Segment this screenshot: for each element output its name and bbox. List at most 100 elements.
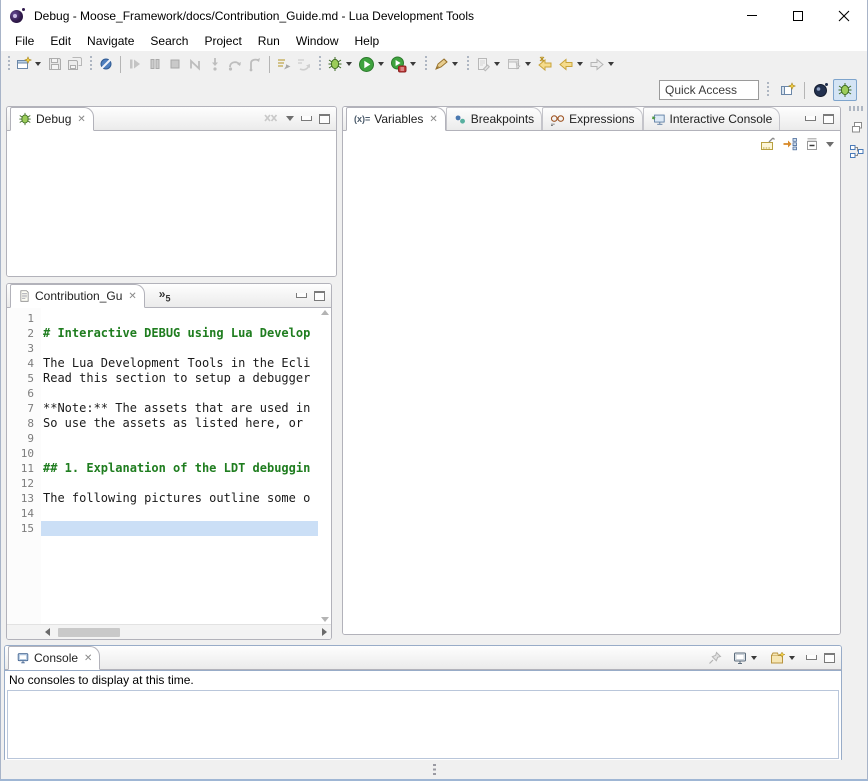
save-button[interactable] bbox=[45, 53, 65, 75]
tab-expressions[interactable]: Expressions bbox=[542, 107, 642, 130]
breakpoints-icon bbox=[454, 113, 467, 126]
scroll-left-icon[interactable] bbox=[45, 628, 50, 636]
suspend-button[interactable] bbox=[145, 53, 165, 75]
tab-breakpoints[interactable]: Breakpoints bbox=[446, 107, 542, 130]
terminate-button[interactable] bbox=[165, 53, 185, 75]
tab-variables[interactable]: (x)= Variables ✕ bbox=[346, 107, 446, 131]
view-menu-icon[interactable] bbox=[826, 142, 834, 147]
new-document-button[interactable] bbox=[473, 53, 504, 75]
editor-horizontal-scrollbar[interactable] bbox=[7, 624, 331, 639]
close-tab-icon[interactable]: ✕ bbox=[128, 291, 136, 302]
dropdown-arrow-icon bbox=[577, 62, 583, 66]
editor-content: 1 2 3 4 5 6 7 8 9 10 11 12 13 14 15 bbox=[7, 308, 331, 639]
step-return-button[interactable] bbox=[245, 53, 265, 75]
toolbar-grip[interactable] bbox=[423, 56, 428, 72]
collapse-all-icon[interactable] bbox=[804, 136, 820, 152]
remove-all-terminated-icon[interactable] bbox=[263, 112, 279, 126]
menu-project[interactable]: Project bbox=[196, 32, 249, 50]
view-menu-icon[interactable] bbox=[286, 116, 294, 121]
debug-bug-icon bbox=[327, 56, 343, 72]
menu-run[interactable]: Run bbox=[250, 32, 288, 50]
status-bar bbox=[1, 760, 867, 779]
open-element-icon bbox=[506, 56, 522, 72]
tab-debug[interactable]: Debug ✕ bbox=[10, 107, 94, 131]
tab-label: Debug bbox=[36, 112, 71, 126]
menu-help[interactable]: Help bbox=[347, 32, 388, 50]
show-logical-structures-icon[interactable] bbox=[782, 136, 798, 152]
debug-view-content[interactable] bbox=[7, 131, 336, 276]
scroll-up-icon[interactable] bbox=[321, 310, 329, 315]
strip-grip[interactable] bbox=[849, 106, 865, 111]
disconnect-button[interactable] bbox=[185, 53, 205, 75]
minimize-view-button[interactable] bbox=[806, 655, 817, 660]
run-coverage-button[interactable] bbox=[388, 53, 420, 75]
new-wizard-button[interactable] bbox=[14, 53, 45, 75]
menu-file[interactable]: File bbox=[7, 32, 42, 50]
scroll-right-icon[interactable] bbox=[322, 628, 327, 636]
open-console-button[interactable] bbox=[768, 647, 799, 669]
show-type-names-icon[interactable] bbox=[760, 136, 776, 152]
toolbar-grip[interactable] bbox=[6, 56, 11, 72]
toolbar-separator bbox=[804, 82, 805, 99]
statusbar-drag-handle[interactable] bbox=[433, 764, 436, 776]
code-line: ## 1. Explanation of the LDT debuggin bbox=[41, 461, 318, 476]
window-close-button[interactable] bbox=[821, 0, 867, 31]
step-into-button[interactable] bbox=[205, 53, 225, 75]
run-button[interactable] bbox=[356, 53, 388, 75]
maximize-view-button[interactable] bbox=[319, 114, 330, 124]
toolbar-grip[interactable] bbox=[317, 56, 322, 72]
editor-text-area[interactable]: # Interactive DEBUG using Lua Develop Th… bbox=[41, 308, 318, 624]
debug-perspective-button[interactable] bbox=[833, 79, 857, 101]
lua-perspective-button[interactable] bbox=[809, 79, 833, 101]
maximize-view-button[interactable] bbox=[823, 114, 834, 124]
forward-button[interactable] bbox=[587, 53, 618, 75]
close-tab-icon[interactable]: ✕ bbox=[84, 653, 92, 664]
minimize-view-button[interactable] bbox=[296, 293, 307, 298]
tab-interactive-console[interactable]: Interactive Console bbox=[643, 107, 781, 130]
quick-access-input[interactable] bbox=[659, 80, 759, 100]
dropdown-arrow-icon bbox=[410, 62, 416, 66]
step-over-button[interactable] bbox=[225, 53, 245, 75]
editor-line-numbers: 1 2 3 4 5 6 7 8 9 10 11 12 13 14 15 bbox=[7, 308, 41, 624]
window-maximize-button[interactable] bbox=[775, 0, 821, 31]
skip-all-breakpoints-button[interactable] bbox=[96, 53, 116, 75]
toolbar-grip[interactable] bbox=[88, 56, 93, 72]
open-element-button[interactable] bbox=[504, 53, 535, 75]
tab-contribution-guide[interactable]: Contribution_Gu ✕ bbox=[10, 284, 145, 308]
close-tab-icon[interactable]: ✕ bbox=[429, 114, 437, 125]
resume-button[interactable] bbox=[125, 53, 145, 75]
pin-console-icon[interactable] bbox=[707, 650, 723, 666]
use-step-filters-button[interactable] bbox=[274, 53, 294, 75]
scroll-down-icon[interactable] bbox=[321, 617, 329, 622]
toolbar-grip[interactable] bbox=[765, 82, 770, 98]
scrollbar-thumb[interactable] bbox=[58, 628, 120, 637]
close-tab-icon[interactable]: ✕ bbox=[77, 114, 85, 125]
menu-window[interactable]: Window bbox=[288, 32, 347, 50]
drop-to-frame-button[interactable] bbox=[294, 53, 314, 75]
last-edit-location-button[interactable] bbox=[535, 53, 556, 75]
menu-navigate[interactable]: Navigate bbox=[79, 32, 142, 50]
editor-vertical-scrollbar[interactable] bbox=[318, 308, 331, 624]
open-perspective-button[interactable] bbox=[776, 79, 800, 101]
hidden-editors-chevron[interactable]: »5 bbox=[159, 287, 171, 303]
back-button[interactable] bbox=[556, 53, 587, 75]
restore-view-icon[interactable] bbox=[849, 119, 865, 135]
variables-view-content[interactable] bbox=[343, 157, 840, 634]
step-into-icon bbox=[207, 56, 223, 72]
maximize-view-button[interactable] bbox=[824, 653, 835, 663]
maximize-view-button[interactable] bbox=[314, 291, 325, 301]
debug-button[interactable] bbox=[325, 53, 356, 75]
menu-search[interactable]: Search bbox=[142, 32, 196, 50]
external-tools-icon bbox=[433, 56, 449, 72]
display-selected-console-button[interactable] bbox=[730, 647, 761, 669]
minimize-view-button[interactable] bbox=[805, 116, 816, 121]
save-all-button[interactable] bbox=[65, 53, 85, 75]
suspend-icon bbox=[147, 56, 163, 72]
menu-edit[interactable]: Edit bbox=[42, 32, 79, 50]
tab-console[interactable]: Console ✕ bbox=[8, 646, 100, 670]
outline-view-icon[interactable] bbox=[848, 143, 865, 160]
external-tools-button[interactable] bbox=[431, 53, 462, 75]
toolbar-grip[interactable] bbox=[465, 56, 470, 72]
window-minimize-button[interactable] bbox=[729, 0, 775, 31]
minimize-view-button[interactable] bbox=[301, 116, 312, 121]
